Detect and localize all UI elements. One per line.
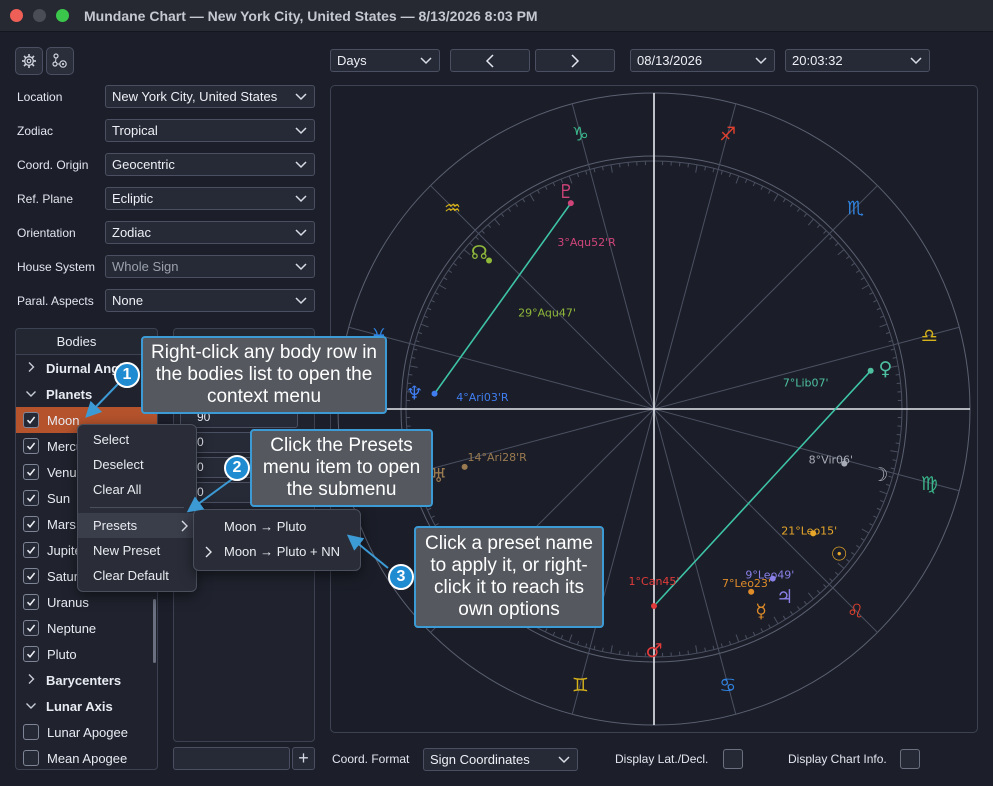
callout-3-arrow	[346, 534, 389, 569]
callout-3-text: Click a preset name to apply it, or righ…	[414, 526, 604, 628]
callout-2-badge: 2	[224, 455, 250, 481]
callout-3-badge: 3	[388, 564, 414, 590]
callout-1-arrow	[85, 383, 119, 418]
callout-2-text: Click the Presets menu item to open the …	[250, 429, 433, 507]
callout-1-text: Right-click any body row in the bodies l…	[141, 336, 387, 414]
callout-1-badge: 1	[114, 362, 140, 388]
